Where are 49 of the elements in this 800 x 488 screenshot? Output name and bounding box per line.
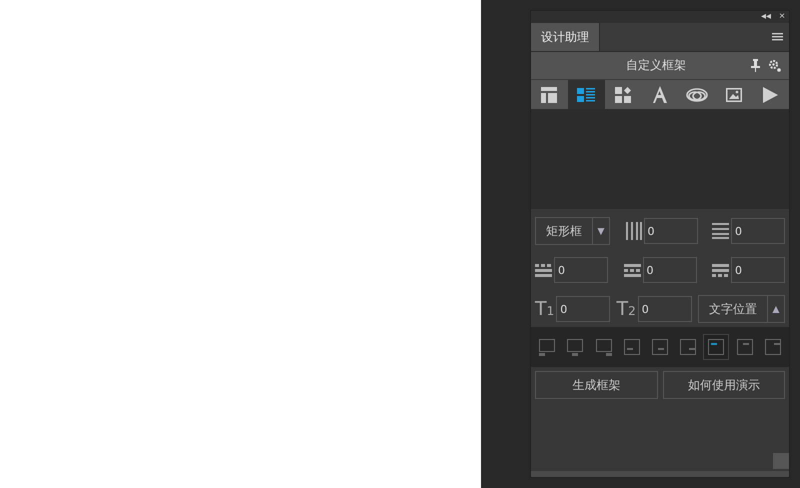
- number-field[interactable]: 0: [638, 296, 692, 322]
- letter-icon: [652, 86, 668, 103]
- dropdown-value: 矩形框: [536, 218, 593, 244]
- line-spacing-icon: [624, 263, 640, 277]
- dropdown[interactable]: 文字位置 ▲: [698, 295, 785, 323]
- number-field[interactable]: 0: [731, 257, 785, 283]
- number-field[interactable]: 0: [554, 257, 608, 283]
- columns-icon: [624, 222, 642, 240]
- play-icon: [763, 86, 778, 102]
- number-field[interactable]: 0: [642, 257, 696, 283]
- scrollbar[interactable]: [531, 471, 789, 477]
- line-spacing-icon: [712, 263, 729, 277]
- text-level-label: T1: [535, 300, 554, 318]
- position-icon: [624, 339, 640, 355]
- dropdown-value: 文字位置: [699, 296, 768, 322]
- image-icon: [726, 88, 742, 102]
- resize-grip[interactable]: [773, 453, 789, 469]
- action-button[interactable]: 生成框架: [535, 371, 658, 399]
- position-icon: [567, 338, 584, 356]
- menu-icon[interactable]: [772, 33, 783, 41]
- position-icon: [652, 339, 668, 355]
- position-icon: [596, 338, 612, 356]
- number-field[interactable]: 0: [644, 218, 698, 244]
- pin-icon[interactable]: [751, 59, 760, 72]
- list-icon: [577, 86, 596, 102]
- line-spacing-icon: [535, 263, 552, 277]
- widgets-icon: [615, 86, 632, 102]
- dropdown-arrow-button[interactable]: ▼: [593, 218, 609, 244]
- text-level-label: T2: [616, 300, 636, 318]
- cloud-icon: [686, 88, 708, 102]
- number-field[interactable]: 0: [556, 296, 610, 322]
- panel-tab[interactable]: 设计助理: [531, 23, 600, 51]
- number-field[interactable]: 0: [731, 218, 785, 244]
- action-button[interactable]: 如何使用演示: [662, 371, 785, 399]
- panel-title: 自定义框架: [625, 57, 687, 74]
- settings-icon[interactable]: [768, 59, 781, 72]
- position-icon: [736, 339, 753, 355]
- dropdown[interactable]: 矩形框 ▼: [535, 217, 610, 245]
- position-icon: [708, 339, 724, 355]
- position-icon: [539, 338, 556, 356]
- close-button[interactable]: ×: [779, 11, 785, 23]
- dropdown-arrow-button[interactable]: ▲: [768, 296, 784, 322]
- position-icon: [764, 339, 781, 355]
- position-icon: [680, 339, 696, 355]
- text-position-button[interactable]: [703, 334, 730, 360]
- layout-icon: [541, 86, 558, 102]
- collapse-button[interactable]: ◂◂: [761, 11, 772, 23]
- tool-tab[interactable]: [568, 80, 605, 109]
- rows-icon: [712, 223, 729, 239]
